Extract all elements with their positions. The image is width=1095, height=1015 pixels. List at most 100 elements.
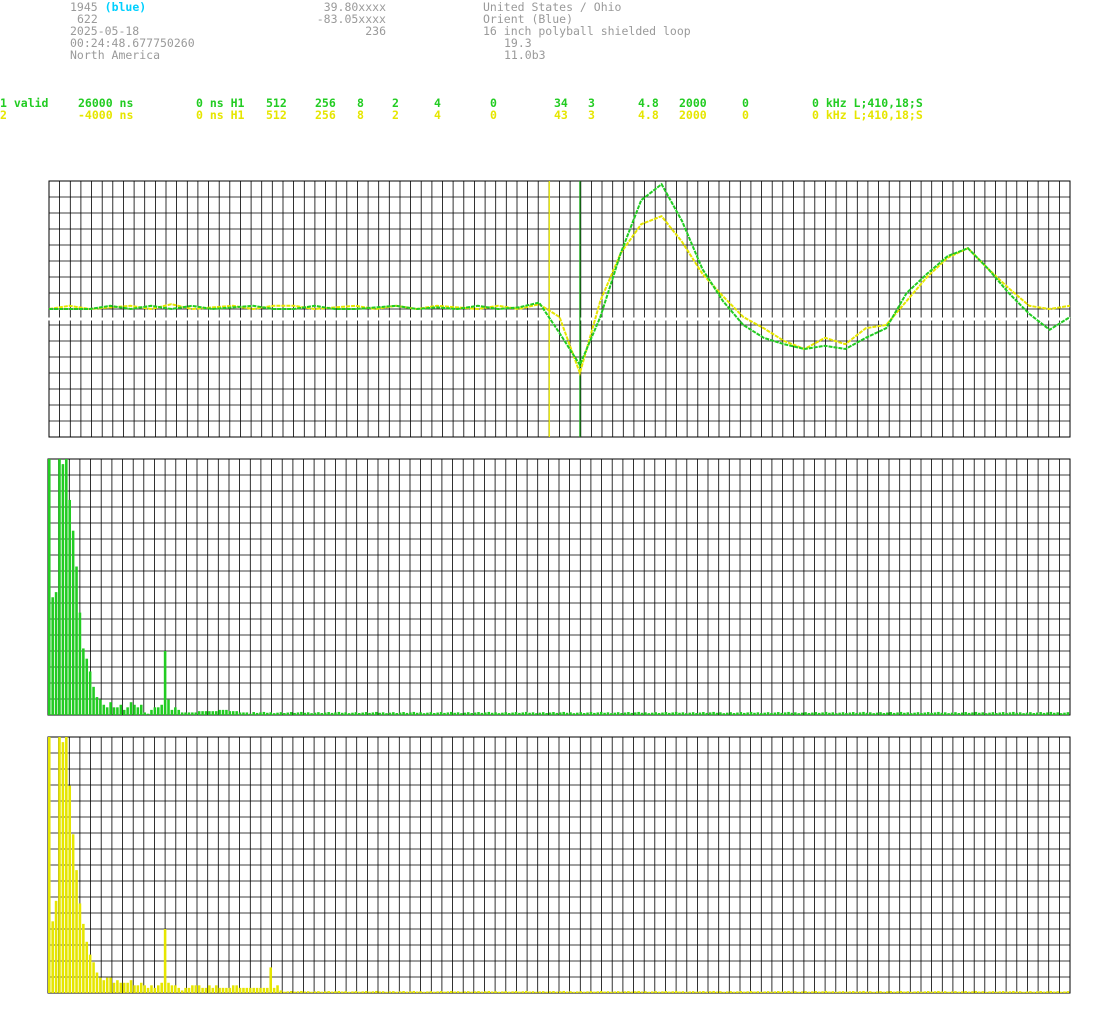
bar [712, 711, 715, 715]
bar [184, 987, 187, 993]
bar [981, 712, 984, 715]
bar [954, 991, 957, 993]
bar [139, 704, 143, 715]
bar [211, 987, 215, 993]
bar [122, 982, 126, 993]
bar [913, 712, 916, 715]
bar [88, 954, 92, 993]
bar [242, 712, 245, 715]
bar [51, 597, 54, 715]
bar [385, 991, 388, 993]
bar [787, 990, 790, 993]
bar [187, 712, 191, 715]
bar [1022, 991, 1025, 993]
bar [838, 712, 841, 715]
bar [848, 712, 852, 715]
bar [627, 991, 630, 993]
bar [303, 712, 307, 715]
bar [378, 712, 382, 715]
bar [831, 991, 835, 993]
bar [702, 991, 705, 993]
bar [415, 991, 419, 993]
bar [586, 712, 589, 715]
bar [937, 711, 940, 715]
bar [882, 713, 886, 715]
bar [770, 713, 773, 715]
bar [559, 991, 562, 993]
bar [974, 990, 978, 993]
bar [770, 991, 773, 993]
bar [306, 991, 310, 993]
bar [742, 712, 746, 715]
bar [695, 713, 698, 715]
bar [698, 712, 702, 715]
bar [1063, 712, 1066, 715]
bar [214, 711, 218, 715]
bar [814, 712, 818, 715]
bar [906, 991, 910, 993]
bar [1008, 712, 1012, 715]
bar [255, 712, 259, 715]
bar [177, 987, 181, 993]
bar [78, 903, 82, 993]
bar [388, 991, 392, 993]
bar [926, 712, 930, 715]
bar [705, 991, 709, 993]
bar [443, 991, 446, 993]
bar [443, 712, 446, 715]
bar [463, 991, 467, 993]
bar [439, 712, 443, 715]
bar [432, 713, 436, 715]
bar [606, 991, 610, 993]
bar [845, 713, 848, 715]
bar [862, 711, 865, 715]
bar [616, 712, 620, 715]
bar [947, 713, 950, 715]
bar [538, 712, 542, 715]
bar [657, 991, 661, 993]
bar [896, 991, 899, 993]
bar [109, 977, 112, 993]
bar [412, 711, 416, 715]
bar [170, 709, 174, 715]
waveform-chart [45, 180, 1071, 438]
bar [535, 713, 538, 715]
bar [1008, 991, 1012, 993]
bar [1001, 712, 1005, 715]
bar [681, 712, 685, 715]
bar [787, 711, 790, 715]
bar [586, 991, 589, 993]
bar [48, 737, 51, 993]
bar [708, 991, 712, 993]
bar [272, 713, 276, 715]
bar [729, 712, 732, 715]
bar [511, 712, 514, 715]
bar [995, 713, 998, 715]
bar [102, 704, 106, 715]
bar [1059, 713, 1063, 715]
bar [497, 713, 501, 715]
bar [75, 566, 78, 715]
bar [674, 990, 678, 993]
bar [310, 713, 313, 715]
bar [531, 991, 535, 993]
bar [439, 991, 443, 993]
bar [1025, 991, 1029, 993]
bar [661, 991, 664, 993]
bar [310, 991, 313, 993]
bar [358, 713, 361, 715]
bar [978, 991, 981, 993]
bar [521, 991, 525, 993]
bar [85, 941, 89, 993]
bar [869, 991, 872, 993]
bar [119, 982, 123, 993]
bar [691, 991, 695, 993]
bar [460, 991, 463, 993]
bar [446, 712, 450, 715]
bar [174, 707, 177, 715]
bar [882, 991, 886, 993]
bar [112, 707, 116, 715]
bar [909, 991, 913, 993]
bar [620, 713, 623, 715]
bar [160, 982, 163, 993]
